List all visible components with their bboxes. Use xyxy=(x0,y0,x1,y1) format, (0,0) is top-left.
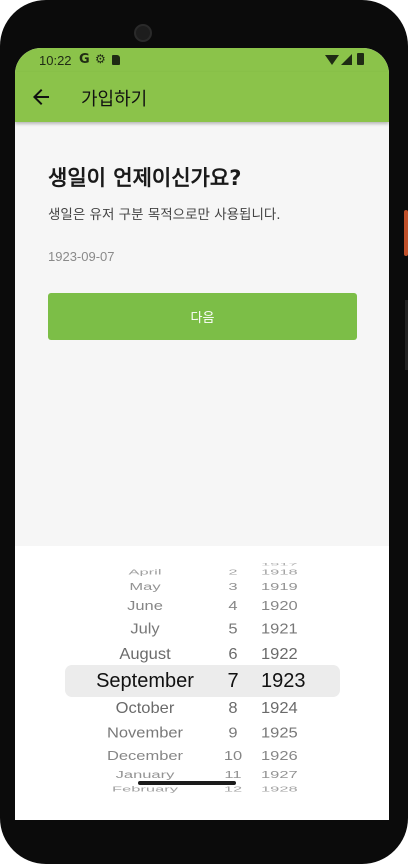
month-item[interactable]: August xyxy=(75,646,215,662)
year-item[interactable]: 1922 xyxy=(253,646,309,662)
birthday-question-heading: 생일이 언제이신가요? xyxy=(48,166,242,190)
year-item[interactable]: 1926 xyxy=(253,750,309,763)
next-button[interactable]: 다음 xyxy=(48,293,357,340)
month-item[interactable]: June xyxy=(75,600,215,613)
day-item[interactable]: 6 xyxy=(215,646,251,662)
year-item[interactable]: 1924 xyxy=(253,700,309,716)
arrow-left-icon xyxy=(33,89,49,105)
screen: 10:22 G ⚙ 가입하기 생일이 언제이신가요? 생일은 유저 구분 목적으… xyxy=(15,48,389,820)
battery-icon xyxy=(357,53,364,65)
month-item[interactable]: November xyxy=(75,726,215,741)
month-item[interactable]: December xyxy=(75,750,215,763)
day-item[interactable]: 9 xyxy=(215,726,251,741)
year-item[interactable]: 1918 xyxy=(253,569,309,576)
settings-icon: ⚙ xyxy=(95,52,106,66)
page-title: 가입하기 xyxy=(81,89,148,110)
year-item[interactable]: 1921 xyxy=(253,621,309,636)
month-item[interactable]: May xyxy=(75,582,215,592)
year-item[interactable]: 1919 xyxy=(253,582,309,592)
day-wheel[interactable]: 2 3 4 5 6 7 8 9 10 11 12 xyxy=(215,546,251,820)
google-icon: G xyxy=(79,52,90,67)
day-item[interactable]: 5 xyxy=(215,621,251,636)
status-bar: 10:22 G ⚙ xyxy=(15,48,389,72)
app-bar: 가입하기 xyxy=(15,72,389,122)
status-time: 10:22 xyxy=(39,53,72,68)
signal-icon xyxy=(341,54,352,65)
date-picker: April May June July August September October No… xyxy=(15,546,389,820)
year-item[interactable]: 1925 xyxy=(253,726,309,741)
month-item[interactable]: January xyxy=(75,770,215,780)
birthday-info-text: 생일은 유저 구분 목적으로만 사용됩니다. xyxy=(48,207,281,223)
day-item[interactable]: 8 xyxy=(215,700,251,716)
month-item[interactable]: February xyxy=(75,786,215,793)
power-button xyxy=(404,210,408,256)
year-item[interactable]: 1923 xyxy=(253,671,309,691)
sd-card-icon xyxy=(112,55,120,65)
year-item[interactable]: 1928 xyxy=(253,786,309,793)
selected-date-display: 1923-09-07 xyxy=(48,249,115,264)
year-item[interactable]: 1920 xyxy=(253,600,309,613)
day-item[interactable]: 2 xyxy=(215,569,251,576)
day-item[interactable]: 11 xyxy=(215,770,251,780)
day-item[interactable]: 4 xyxy=(215,600,251,613)
day-item[interactable]: 7 xyxy=(215,671,251,691)
month-item[interactable]: October xyxy=(75,700,215,716)
day-item[interactable]: 10 xyxy=(215,750,251,763)
year-wheel[interactable]: 1917 1918 1919 1920 1921 1922 1923 1924 1925 1926… xyxy=(253,546,309,820)
month-wheel[interactable]: April May June July August September October No… xyxy=(75,546,215,820)
back-button[interactable] xyxy=(29,85,53,109)
home-indicator[interactable] xyxy=(138,781,236,785)
front-camera xyxy=(134,24,152,42)
day-item[interactable]: 3 xyxy=(215,582,251,592)
month-item[interactable]: April xyxy=(75,569,215,576)
month-item[interactable]: September xyxy=(75,671,215,691)
year-item[interactable]: 1927 xyxy=(253,770,309,780)
year-item[interactable]: 1917 xyxy=(253,562,309,566)
month-item[interactable]: July xyxy=(75,621,215,636)
day-item[interactable]: 12 xyxy=(215,786,251,793)
phone-frame: 10:22 G ⚙ 가입하기 생일이 언제이신가요? 생일은 유저 구분 목적으… xyxy=(0,0,408,864)
wifi-icon xyxy=(325,55,339,65)
